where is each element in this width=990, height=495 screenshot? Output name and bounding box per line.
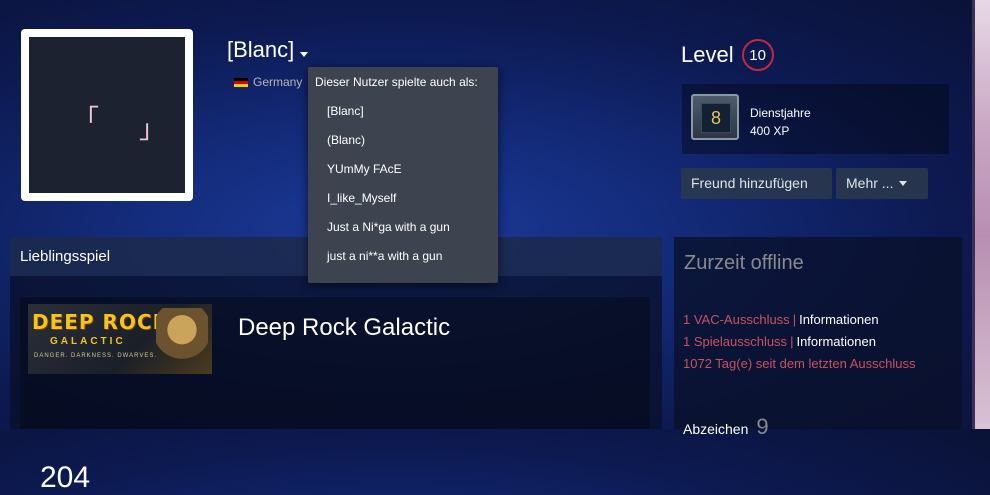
persona-name: [Blanc] <box>227 37 295 62</box>
years-badge-number: 8 <box>701 103 731 133</box>
chevron-down-icon <box>899 181 908 186</box>
vac-ban-info-link[interactable]: Informationen <box>799 312 879 327</box>
alias-item[interactable]: Just a Ni*ga with a gun <box>327 220 450 249</box>
add-friend-button[interactable]: Freund hinzufügen <box>681 168 832 199</box>
logo-line3: DANGER. DARKNESS. DWARVES. <box>34 353 158 359</box>
country-info: Germany <box>234 75 302 89</box>
days-since-ban: 1072 Tag(e) seit dem letzten Ausschluss <box>683 356 916 371</box>
avatar-bracket-left: 「 <box>73 105 100 135</box>
game-ban-line: 1 Spielausschluss | Informationen <box>683 334 876 349</box>
status-panel: Zurzeit offline 1 VAC-Ausschluss | Informa… <box>674 237 962 439</box>
avatar-image: 「 」 <box>29 37 185 193</box>
separator: | <box>790 334 794 349</box>
aliases-dropdown: Dieser Nutzer spielte auch als: [Blanc] … <box>308 67 498 283</box>
level-badge[interactable]: 10 <box>741 39 774 71</box>
dwarf-illustration <box>156 308 208 370</box>
years-badge-title: Dienstjahre <box>750 106 811 120</box>
badges-count: 9 <box>756 414 769 439</box>
separator: | <box>792 312 797 327</box>
alias-item[interactable]: I_like_Myself <box>327 191 450 220</box>
level-label: Level <box>681 42 734 67</box>
germany-flag-icon <box>234 77 248 87</box>
more-button[interactable]: Mehr ... <box>836 168 928 199</box>
aliases-list: [Blanc] (Blanc) YUmMy FAcE I_like_Myself… <box>327 104 450 278</box>
game-name-link[interactable]: Deep Rock Galactic <box>238 314 450 342</box>
persona-name-toggle[interactable]: [Blanc] <box>227 37 309 63</box>
alias-item[interactable]: (Blanc) <box>327 133 450 162</box>
background-art-strip <box>972 0 990 429</box>
logo-line2: GALACTIC <box>50 336 126 347</box>
vac-ban-text: 1 VAC-Ausschluss <box>683 312 790 327</box>
favorite-game-card: DEEP ROCK GALACTIC DANGER. DARKNESS. DWA… <box>20 297 650 494</box>
game-ban-info-link[interactable]: Informationen <box>796 334 876 349</box>
years-badge-xp: 400 XP <box>750 124 790 138</box>
alias-item[interactable]: [Blanc] <box>327 104 450 133</box>
years-of-service-badge[interactable]: 8 Dienstjahre 400 XP <box>682 84 949 154</box>
alias-item[interactable]: just a ni**a with a gun <box>327 249 450 278</box>
years-badge-text: Dienstjahre 400 XP <box>750 104 811 140</box>
more-button-label: Mehr ... <box>846 175 894 191</box>
country-name: Germany <box>253 75 303 89</box>
hours-played-value: 204 <box>40 461 91 494</box>
alias-item[interactable]: YUmMy FAcE <box>327 162 450 191</box>
level-display: Level 10 <box>681 39 774 71</box>
logo-line1: DEEP ROCK <box>32 310 170 334</box>
badges-section[interactable]: Abzeichen 9 <box>683 414 769 440</box>
vac-ban-line: 1 VAC-Ausschluss | Informationen <box>683 312 879 327</box>
badges-label: Abzeichen <box>683 421 749 437</box>
game-capsule-image[interactable]: DEEP ROCK GALACTIC DANGER. DARKNESS. DWA… <box>28 304 212 374</box>
avatar-bracket-right: 」 <box>139 115 166 145</box>
years-badge-icon: 8 <box>691 94 739 140</box>
avatar[interactable]: 「 」 <box>21 29 193 201</box>
chevron-down-icon[interactable] <box>300 51 309 57</box>
game-ban-text: 1 Spielausschluss <box>683 334 788 349</box>
aliases-dropdown-title: Dieser Nutzer spielte auch als: <box>315 75 478 89</box>
online-status: Zurzeit offline <box>684 252 804 274</box>
